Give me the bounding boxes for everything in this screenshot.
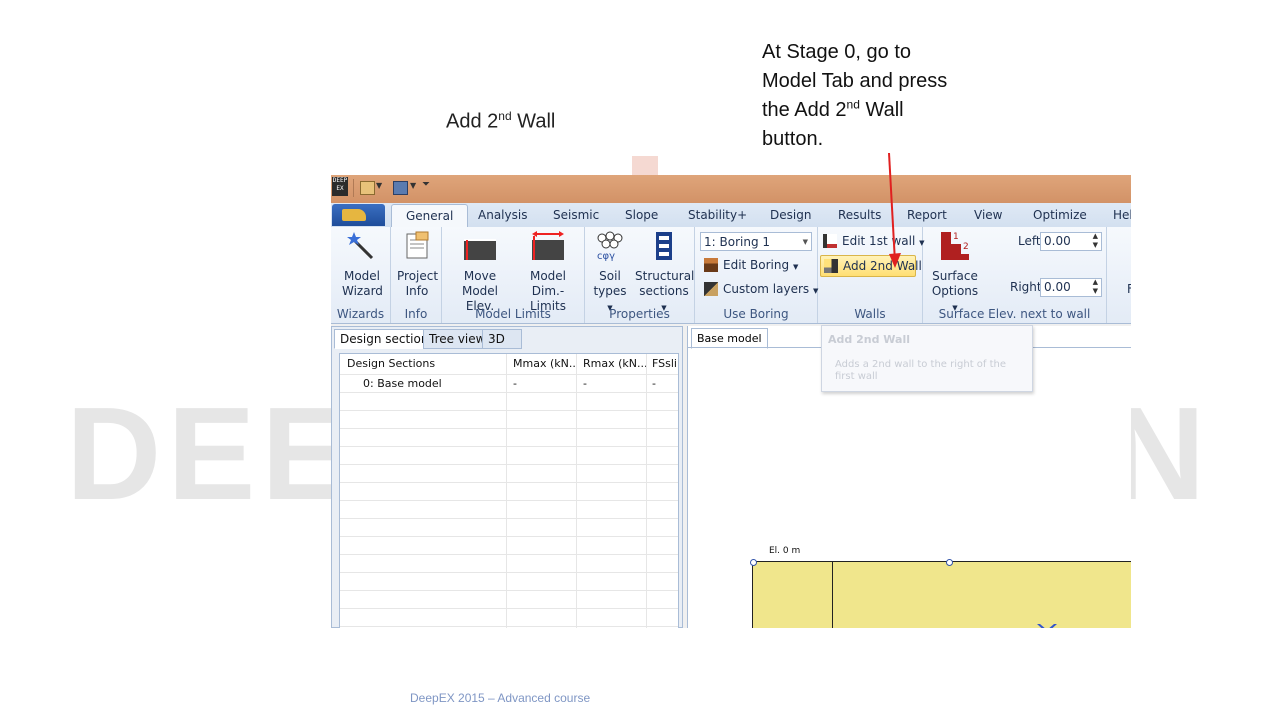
- annotation-arrow: [888, 152, 901, 268]
